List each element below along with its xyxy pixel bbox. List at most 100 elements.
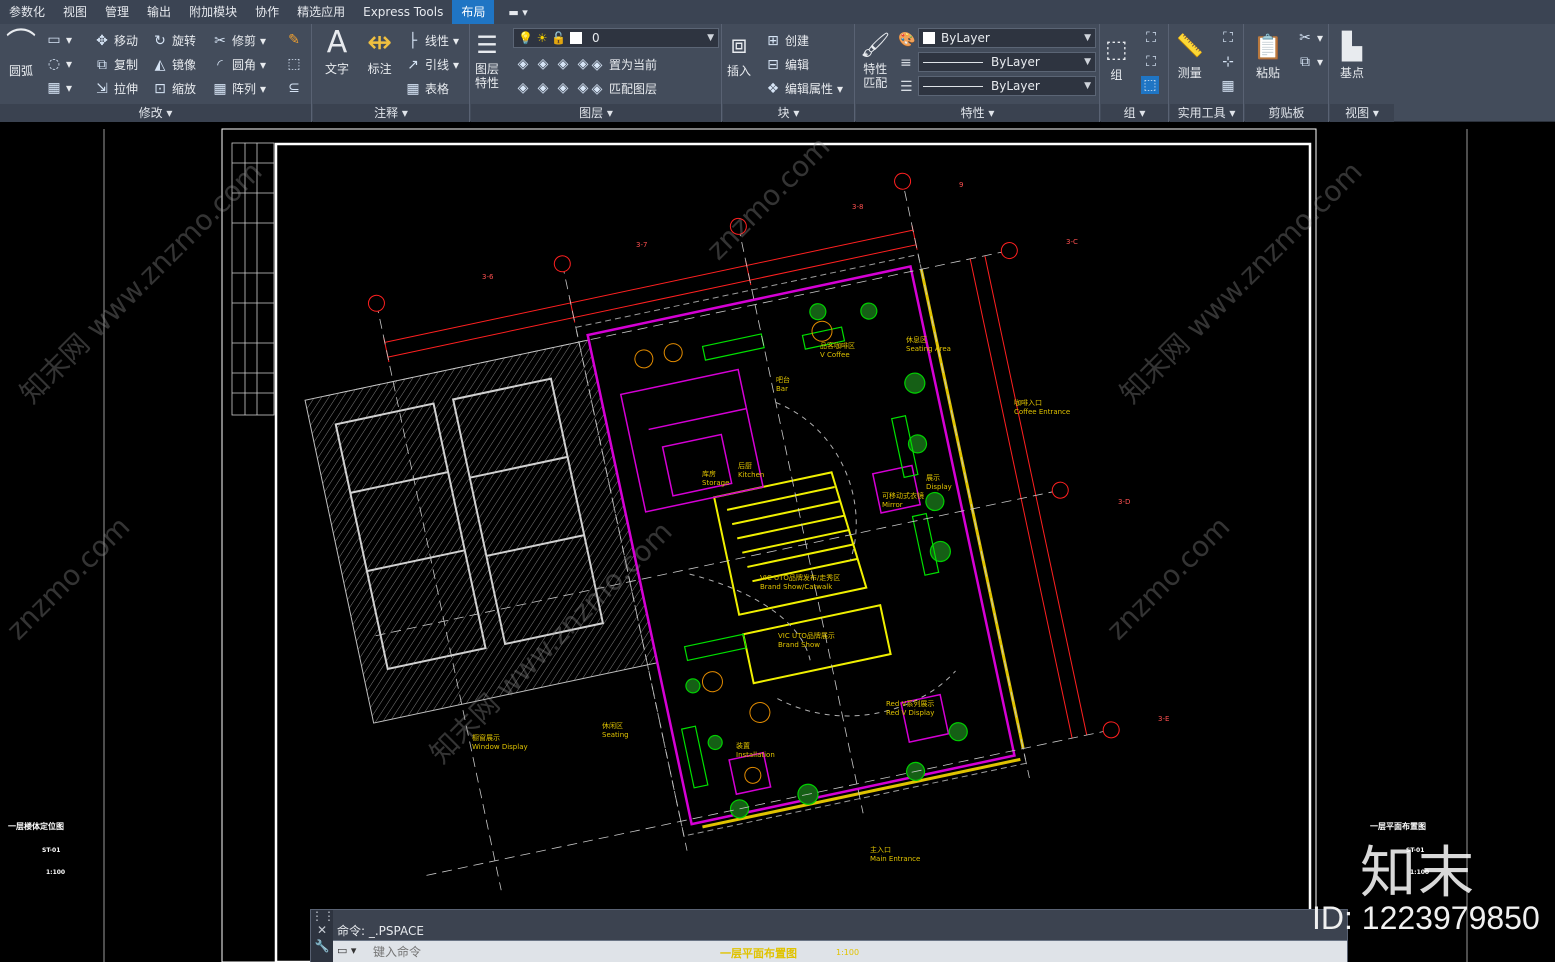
grid-label-3-8: 3-8	[852, 203, 864, 211]
stretch-button[interactable]: ⇲ 拉伸	[94, 80, 138, 97]
layer-properties-button[interactable]: ☰ 图层 特性	[475, 28, 499, 90]
rotate-button[interactable]: ↻ 旋转	[152, 32, 196, 49]
panel-block: ⧈ 插入 ⊞ 创建 ⊟ 编辑 ❖ 编辑属性 ▾ 块 ▾	[723, 24, 855, 122]
insert-block-icon: ⧈	[730, 30, 748, 60]
attribute-icon: ❖	[766, 80, 780, 97]
panel-view-title[interactable]: 视图 ▾	[1330, 104, 1394, 122]
panel-clipboard-title[interactable]: 剪贴板	[1245, 104, 1328, 122]
leader-button[interactable]: ↗ 引线 ▾	[405, 56, 459, 73]
ellipse-button[interactable]: ◌ ▾	[46, 56, 72, 72]
wrench-icon[interactable]: 🔧	[311, 938, 333, 954]
chevron-down-icon: ▼	[1084, 33, 1091, 43]
base-point-icon: ▙	[1342, 32, 1362, 62]
group-select-toggle[interactable]: ⬚	[1141, 76, 1159, 94]
copy-icon: ⧉	[97, 56, 107, 73]
match-properties-button[interactable]: 🖌 特性 匹配	[860, 28, 890, 90]
array-button[interactable]: ▦ 阵列 ▾	[212, 80, 266, 97]
cut-button[interactable]: ✂ ▾	[1297, 30, 1323, 46]
paste-button[interactable]: 📋 粘贴	[1253, 30, 1283, 81]
rectangle-button[interactable]: ▭ ▾	[46, 32, 72, 48]
grid-label-3-7: 3-7	[636, 241, 648, 249]
edit-attributes-button[interactable]: ❖ 编辑属性 ▾	[765, 80, 843, 97]
stretch-icon: ⇲	[96, 80, 108, 97]
tab-parametric[interactable]: 参数化	[0, 0, 54, 24]
trim-button[interactable]: ✂ 修剪 ▾	[212, 32, 266, 49]
command-prompt-icon[interactable]: ▭ ▾	[337, 944, 365, 960]
explode-button[interactable]: ⬚	[286, 56, 302, 72]
tab-express-tools[interactable]: Express Tools	[354, 0, 452, 24]
layer-stack-icon: ☰	[476, 31, 498, 59]
point-style-button[interactable]: ⊹	[1220, 54, 1236, 70]
grip-dots-icon: ⋮⋮	[311, 909, 335, 923]
text-button[interactable]: A 文字	[325, 26, 349, 77]
ribbon-minimize-button[interactable]: ▬ ▾	[508, 6, 527, 19]
base-point-button[interactable]: ▙ 基点	[1340, 30, 1364, 81]
lightbulb-icon: 💡	[518, 31, 533, 45]
color-dropdown[interactable]: ByLayer ▼	[918, 28, 1096, 48]
tab-manage[interactable]: 管理	[96, 0, 138, 24]
hatch-button[interactable]: ▦ ▾	[46, 80, 72, 96]
left-drawing-caption: 一层楼体定位图	[8, 822, 64, 831]
layer-tools-row1[interactable]: ◈ ◈ ◈ ◈	[515, 56, 591, 72]
panel-layers-title[interactable]: 图层 ▾	[471, 104, 721, 122]
arc-button[interactable]: ⌒ 圆弧	[6, 28, 36, 79]
room-label-coffee: 品客咖啡区 V Coffee	[820, 342, 855, 359]
linetype-dropdown[interactable]: ByLayer ▼	[918, 52, 1096, 72]
group-edit-button[interactable]: ⛶	[1143, 54, 1159, 70]
panel-groups-title[interactable]: 组 ▾	[1101, 104, 1168, 122]
table-button[interactable]: ▦ 表格	[405, 80, 449, 97]
tab-layout[interactable]: 布局	[452, 0, 495, 24]
tab-addins[interactable]: 附加模块	[180, 0, 246, 24]
copy-button[interactable]: ⧉ 复制	[94, 56, 138, 73]
layer-dropdown[interactable]: 💡 ☀ 🔓 0 ▼	[513, 28, 719, 48]
edit-block-button[interactable]: ⊟ 编辑	[765, 56, 809, 73]
ungroup-button[interactable]: ⛶	[1143, 30, 1159, 46]
panel-block-title[interactable]: 块 ▾	[723, 104, 854, 122]
select-tool-button[interactable]: ⛶	[1220, 30, 1236, 46]
mirror-button[interactable]: ◭ 镜像	[152, 56, 196, 73]
linetype-icon: ≡	[900, 55, 912, 71]
group-select-icon: ⬚	[1143, 77, 1157, 93]
tab-output[interactable]: 输出	[138, 0, 180, 24]
panel-annotation-title[interactable]: 注释 ▾	[313, 104, 469, 122]
move-button[interactable]: ✥ 移动	[94, 32, 138, 49]
title-block	[231, 142, 275, 416]
command-line: ⋮⋮ ✕ 🔧 命令: _.PSPACE ▭ ▾	[310, 909, 1348, 962]
panel-annotation: A 文字 ⇹ 标注 ├ 线性 ▾ ↗ 引线 ▾ ▦ 表格 注释 ▾	[313, 24, 470, 122]
linetype-preview	[923, 62, 983, 63]
ribbon-tab-bar: 参数化 视图 管理 输出 附加模块 协作 精选应用 Express Tools …	[0, 0, 1555, 24]
offset-button[interactable]: ⊆	[286, 80, 302, 96]
clipboard-icon: 📋	[1253, 33, 1283, 61]
layer-off-icon: ◈	[517, 56, 529, 72]
dimension-button[interactable]: ⇹ 标注	[367, 26, 392, 77]
tab-featured-apps[interactable]: 精选应用	[288, 0, 354, 24]
panel-modify-title[interactable]: 修改 ▾	[0, 104, 311, 122]
command-line-grip[interactable]: ⋮⋮ ✕ 🔧	[311, 909, 335, 962]
dimension-icon: ⇹	[367, 25, 393, 60]
set-current-button[interactable]: ◈ 置为当前	[589, 56, 657, 73]
match-layer-button[interactable]: ◈ 匹配图层	[589, 80, 657, 97]
panel-utilities-title[interactable]: 实用工具 ▾	[1170, 104, 1243, 122]
scale-button[interactable]: ⊡ 缩放	[152, 80, 196, 97]
insert-button[interactable]: ⧈ 插入	[727, 28, 751, 79]
layer-tools-row2[interactable]: ◈ ◈ ◈ ◈	[515, 80, 591, 96]
erase-button[interactable]: ✎	[286, 32, 302, 48]
copy-clip-button[interactable]: ⧉ ▾	[1297, 54, 1323, 70]
tab-view[interactable]: 视图	[54, 0, 96, 24]
measure-button[interactable]: 📏 测量	[1176, 30, 1203, 81]
eraser-icon: ✎	[288, 32, 300, 48]
drawing-canvas[interactable]: 3-6 3-7 3-8 9 3-C 3-D 3-E 品客咖啡区 V Coffee …	[0, 123, 1555, 962]
ellipse-icon: ◌	[47, 56, 61, 72]
linear-dim-button[interactable]: ├ 线性 ▾	[405, 32, 459, 49]
group-button[interactable]: ⬚ 组	[1105, 32, 1128, 83]
lineweight-dropdown[interactable]: ByLayer ▼	[918, 76, 1096, 96]
calculator-button[interactable]: ▦	[1220, 78, 1236, 94]
layout-caption: 一层平面布置图	[720, 947, 797, 960]
close-icon[interactable]: ✕	[311, 922, 333, 938]
array-icon: ▦	[213, 80, 227, 97]
fillet-button[interactable]: ◜ 圆角 ▾	[212, 56, 266, 73]
tab-collaborate[interactable]: 协作	[246, 0, 288, 24]
create-block-button[interactable]: ⊞ 创建	[765, 32, 809, 49]
panel-properties-title[interactable]: 特性 ▾	[856, 104, 1099, 122]
group-icon: ⬚	[1105, 35, 1128, 63]
